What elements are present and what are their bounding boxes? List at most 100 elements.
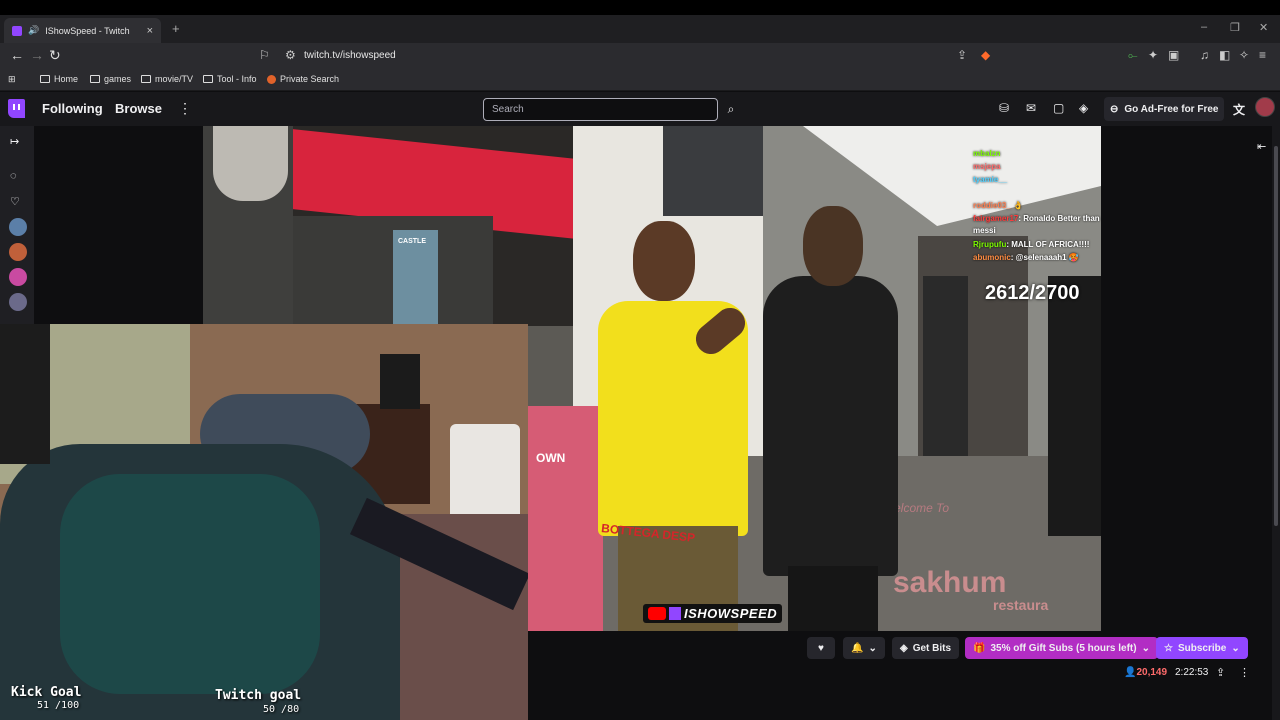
bookmark-home[interactable]: Home: [40, 74, 78, 84]
share-icon[interactable]: ⇪: [957, 48, 967, 62]
heart-icon: ♥: [818, 642, 824, 654]
forward-icon[interactable]: →: [30, 47, 44, 63]
scroll-thumb[interactable]: [1274, 146, 1278, 526]
black-pants: [788, 566, 878, 631]
apps-grid-icon[interactable]: ⊞: [8, 74, 16, 85]
restaurant-mat-text-2: restaura: [993, 597, 1049, 613]
expand-sidebar-icon[interactable]: ↦: [10, 135, 19, 148]
chat-message: Rjrupufu: MALL OF AFRICA!!!!: [973, 240, 1090, 249]
gift-goal-counter: 2612/2700: [985, 282, 1080, 304]
following-link[interactable]: Following: [42, 101, 103, 116]
maximize-icon[interactable]: ❐: [1230, 21, 1240, 34]
castle-sign: CASTLE: [398, 238, 426, 245]
channel-avatar[interactable]: [9, 268, 27, 286]
collapse-chat-icon[interactable]: ⇤: [1257, 140, 1266, 153]
new-tab-button[interactable]: +: [172, 21, 180, 36]
stream-uptime: 2:22:53: [1175, 667, 1209, 678]
star-icon: ☆: [1164, 642, 1173, 654]
bookmark-games[interactable]: games: [90, 74, 131, 84]
translate-icon[interactable]: 文: [1233, 101, 1245, 118]
bits-icon: ◈: [900, 642, 908, 654]
folder-icon: [40, 75, 50, 83]
chat-message: fairgamer17: Ronaldo Better than messi: [973, 214, 1100, 235]
bell-icon: 🔔: [851, 642, 864, 654]
bits-icon[interactable]: ◈: [1079, 101, 1088, 115]
window-top-strip: [0, 0, 1280, 15]
twitch-favicon-icon: [12, 25, 22, 36]
bookmarks-bar: ⊞ Home games movie/TV Tool - Info Privat…: [0, 69, 1280, 91]
music-icon[interactable]: ♫: [1200, 48, 1209, 62]
dark-foreground: [0, 324, 50, 464]
browser-tab[interactable]: 🔊 IShowSpeed - Twitch ×: [4, 18, 161, 43]
vpn-icon[interactable]: ⟜: [1128, 48, 1138, 63]
downtown-sign: OWN: [536, 451, 566, 465]
bookmark-tool-info[interactable]: Tool - Info: [203, 74, 257, 84]
address-bar: ← → ↻ ⚐ ⚙ twitch.tv/ishowspeed ⇪ ◆ ⟜ ✦ ▣…: [0, 43, 1280, 69]
subscribe-button[interactable]: ☆ Subscribe ⌄: [1156, 637, 1248, 659]
search-icon[interactable]: ⌕: [721, 99, 741, 119]
tab-bar: 🔊 IShowSpeed - Twitch × + – ❐ ✕: [0, 15, 1280, 43]
tab-title: IShowSpeed - Twitch: [45, 25, 130, 36]
more-options-icon[interactable]: ⋮: [1239, 666, 1250, 679]
prime-loot-icon[interactable]: ⛁: [999, 101, 1009, 115]
speaker-icon[interactable]: 🔊: [28, 25, 39, 36]
gift-icon: 🎁: [973, 642, 986, 654]
channel-avatar[interactable]: [9, 293, 27, 311]
bookmark-icon[interactable]: ⚐: [259, 48, 270, 62]
search-engine-icon: [267, 74, 276, 84]
search-input[interactable]: Search: [483, 98, 718, 121]
minimize-icon[interactable]: –: [1201, 21, 1207, 33]
share-icon[interactable]: ⇪: [1216, 666, 1225, 679]
gift-subs-button[interactable]: 🎁 35% off Gift Subs (5 hours left) ⌄: [965, 637, 1158, 659]
pink-sign: [528, 406, 603, 631]
shop-window: [283, 216, 493, 326]
restaurant-mat-text: sakhum: [893, 566, 1007, 599]
chat-message: roddie03_ 👌: [973, 201, 1023, 210]
chevron-down-icon: ⌄: [1231, 642, 1240, 654]
close-tab-icon[interactable]: ×: [147, 25, 153, 37]
chevron-down-icon: ⌄: [868, 642, 877, 654]
inbox-icon[interactable]: ✉: [1026, 101, 1036, 115]
followed-heart-icon[interactable]: ♡: [10, 195, 20, 208]
extensions-icon[interactable]: ✦: [1148, 48, 1158, 62]
window-close-icon[interactable]: ✕: [1259, 21, 1268, 34]
sidebar-toggle-icon[interactable]: ◧: [1219, 48, 1230, 62]
twitch-top-nav: Following Browse ⋮ Search ⌕ ⛁ ✉ ▢ ◈ ⊖ Go…: [0, 92, 1280, 126]
channel-avatar[interactable]: [9, 243, 27, 261]
channel-avatar[interactable]: [9, 218, 27, 236]
twitch-logo-icon: [669, 607, 681, 620]
leo-ai-icon[interactable]: ✧: [1239, 48, 1249, 62]
recommended-icon[interactable]: ◌: [10, 170, 17, 182]
site-info-icon[interactable]: ⚙: [285, 48, 296, 62]
chat-message: mbalzn: [973, 149, 1001, 158]
notifications-button[interactable]: 🔔 ⌄: [843, 637, 885, 659]
url-field[interactable]: twitch.tv/ishowspeed: [304, 50, 396, 61]
folder-icon: [141, 75, 151, 83]
menu-icon[interactable]: ≡: [1259, 48, 1266, 62]
reload-icon[interactable]: ↻: [49, 47, 61, 64]
kick-goal-progress: 51 /100: [37, 700, 80, 711]
get-bits-button[interactable]: ◈ Get Bits: [892, 637, 960, 659]
browse-link[interactable]: Browse: [115, 101, 162, 116]
back-icon[interactable]: ←: [10, 47, 24, 63]
black-shirt-head: [803, 206, 863, 286]
streamer-head: [633, 221, 695, 301]
wallet-icon[interactable]: ▣: [1168, 48, 1179, 62]
chat-message: tyamie__: [973, 175, 1008, 184]
twitch-goal-progress: 50 /80: [263, 704, 300, 715]
lamp: [380, 354, 420, 409]
go-ad-free-button[interactable]: ⊖ Go Ad-Free for Free: [1104, 97, 1225, 121]
twitch-logo-icon[interactable]: [8, 99, 25, 118]
bookmark-private-search[interactable]: Private Search: [267, 74, 339, 84]
more-options-icon[interactable]: ⋮: [178, 100, 192, 117]
brave-shield-icon[interactable]: ◆: [981, 48, 990, 62]
ad-free-icon: ⊖: [1110, 103, 1119, 115]
user-avatar[interactable]: [1255, 97, 1275, 117]
folder-icon: [90, 75, 100, 83]
kick-goal-title: Kick Goal: [11, 685, 82, 700]
page-scrollbar[interactable]: [1272, 126, 1280, 720]
bookmark-movie-tv[interactable]: movie/TV: [141, 74, 193, 84]
whispers-icon[interactable]: ▢: [1053, 101, 1064, 115]
follow-button[interactable]: ♥: [807, 637, 835, 659]
chat-message: abumonic: @selenaaah1 🥵: [973, 253, 1079, 262]
